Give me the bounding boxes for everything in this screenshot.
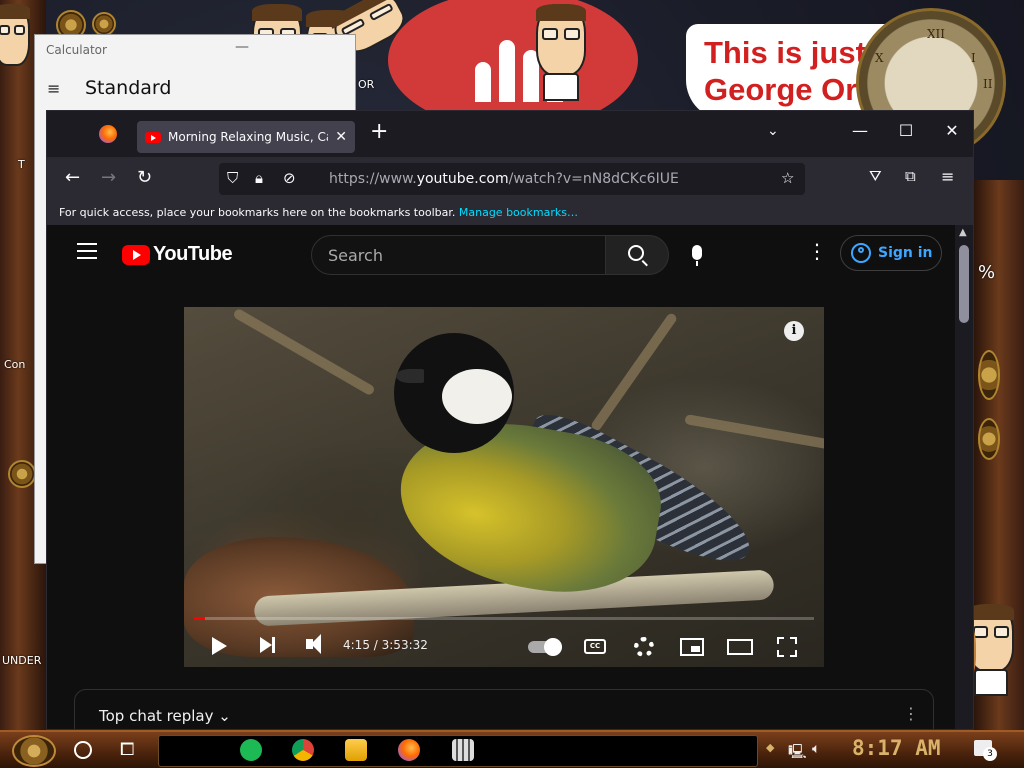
page-scrollbar[interactable]: ▲ (955, 225, 973, 729)
user-icon (851, 243, 871, 263)
progress-fill (194, 617, 206, 620)
chat-replay-panel[interactable]: Top chat replay ⌄ ⋮ (74, 689, 934, 729)
chrome-icon[interactable] (292, 739, 314, 761)
firefox-window: Morning Relaxing Music, Calm ✕ + ⌄ — ☐ ✕… (46, 110, 974, 730)
taskbar: ⧠ ◆ 🖳︎ 🔈︎ 8:17 AM 3 (0, 730, 1024, 768)
desktop-icon-label: T (18, 158, 25, 171)
notification-count-badge: 3 (983, 747, 997, 761)
chevron-down-icon: ⌄ (218, 707, 231, 725)
app-menu-icon[interactable]: ≡ (941, 167, 954, 186)
search-button[interactable] (605, 235, 669, 275)
pocket-icon[interactable]: ⛛ (869, 167, 882, 185)
miniplayer-icon[interactable] (680, 638, 704, 656)
search-input[interactable]: Search (311, 235, 607, 275)
tray-overflow-icon[interactable]: ◆ (766, 741, 774, 754)
window-close-button[interactable]: ✕ (937, 121, 967, 140)
captions-icon[interactable]: CC (584, 639, 606, 654)
desktop-icon-label: UNDER (2, 654, 42, 667)
video-player[interactable]: i 4:15 / 3:53:32 CC (184, 307, 824, 667)
file-explorer-icon[interactable] (345, 739, 367, 761)
chat-replay-title[interactable]: Top chat replay ⌄ (99, 707, 231, 725)
lock-icon[interactable]: 🔒︎ (255, 169, 263, 187)
info-icon[interactable]: i (784, 321, 804, 341)
network-icon[interactable]: 🖳︎ (788, 741, 807, 765)
url-bar[interactable]: ⛉ 🔒︎ ⊘ https://www.youtube.com/watch?v=n… (219, 163, 805, 195)
gear-icon (978, 350, 1000, 400)
youtube-logo-icon[interactable] (122, 245, 150, 265)
scroll-up-arrow-icon[interactable]: ▲ (959, 227, 967, 238)
scroll-thumb[interactable] (959, 245, 969, 323)
desktop-icon-label: Con (4, 358, 26, 371)
forward-button[interactable]: → (101, 167, 116, 188)
window-maximize-button[interactable]: ☐ (891, 121, 921, 140)
gear-icon (8, 460, 36, 488)
calculator-icon[interactable] (452, 739, 474, 761)
bookmark-star-icon[interactable]: ☆ (781, 169, 794, 187)
gear-icon (92, 12, 116, 36)
player-controls: 4:15 / 3:53:32 CC (184, 625, 824, 667)
list-all-tabs-chevron-icon[interactable]: ⌄ (767, 123, 779, 139)
search-icon (628, 245, 644, 261)
hamburger-menu-icon[interactable]: ≡ (47, 79, 60, 98)
tab-bar: Morning Relaxing Music, Calm ✕ + ⌄ — ☐ ✕ (47, 111, 973, 157)
extensions-puzzle-icon[interactable]: ⧉ (905, 167, 916, 185)
chat-more-icon[interactable]: ⋮ (903, 704, 919, 723)
settings-more-icon[interactable]: ⋮ (807, 239, 827, 263)
play-icon[interactable] (212, 637, 227, 655)
bird-beak (396, 369, 424, 383)
theater-mode-icon[interactable] (727, 639, 753, 655)
gear-icon (978, 418, 1000, 460)
progress-bar[interactable] (194, 617, 814, 620)
sheets-icon[interactable] (240, 739, 262, 761)
firefox-icon[interactable] (398, 739, 420, 761)
taskbar-search-icon[interactable] (74, 741, 92, 759)
bookmarks-hint-text: For quick access, place your bookmarks h… (59, 206, 456, 219)
window-minimize-button[interactable]: — (845, 121, 875, 140)
calculator-minimize-button[interactable]: — (235, 39, 249, 55)
fullscreen-icon[interactable] (777, 637, 797, 657)
youtube-favicon-icon (145, 131, 161, 143)
reload-button[interactable]: ↻ (137, 167, 152, 188)
time-display: 4:15 / 3:53:32 (343, 638, 428, 652)
taskbar-clock[interactable]: 8:17 AM (852, 736, 941, 760)
settings-gear-icon[interactable] (634, 637, 654, 657)
autoplay-toggle[interactable] (528, 638, 562, 656)
volume-icon[interactable] (306, 634, 321, 654)
cartoon-character (536, 4, 586, 102)
permissions-icon[interactable]: ⊘ (283, 169, 296, 187)
firefox-pinned-tab-icon[interactable] (99, 125, 117, 143)
calculator-title: Calculator (46, 43, 107, 57)
bookmarks-toolbar: For quick access, place your bookmarks h… (47, 201, 973, 225)
manage-bookmarks-link[interactable]: Manage bookmarks… (459, 206, 578, 219)
youtube-logo-text[interactable]: YouTube (153, 243, 233, 266)
voice-search-mic-icon[interactable] (692, 245, 702, 266)
sign-in-button[interactable]: Sign in (840, 235, 942, 271)
desktop-icon-label: % (978, 262, 996, 283)
tracking-protection-shield-icon[interactable]: ⛉ (227, 169, 238, 187)
volume-muted-icon[interactable]: 🔈︎ (812, 741, 820, 757)
calculator-mode-title: Standard (85, 77, 172, 99)
url-text[interactable]: https://www.youtube.com/watch?v=nN8dCKc6… (329, 171, 679, 187)
cartoon-character (0, 4, 30, 66)
desktop-icon-label: OR (358, 78, 375, 91)
tab-youtube[interactable]: Morning Relaxing Music, Calm ✕ (137, 121, 355, 153)
guide-menu-icon[interactable] (77, 243, 97, 264)
navigation-toolbar: ← → ↻ ⛉ 🔒︎ ⊘ https://www.youtube.com/wat… (47, 157, 973, 201)
sign-in-label: Sign in (878, 245, 933, 261)
youtube-page: YouTube Search ⋮ Sign in i 4:15 / 3:53:3… (49, 225, 955, 729)
new-tab-button[interactable]: + (370, 119, 388, 144)
back-button[interactable]: ← (65, 167, 80, 188)
tab-close-icon[interactable]: ✕ (335, 129, 347, 145)
task-view-icon[interactable]: ⧠ (120, 739, 134, 760)
start-button[interactable] (12, 735, 56, 767)
tab-title: Morning Relaxing Music, Calm (168, 130, 328, 144)
next-icon[interactable] (260, 637, 275, 653)
bird-cheek (442, 369, 512, 424)
